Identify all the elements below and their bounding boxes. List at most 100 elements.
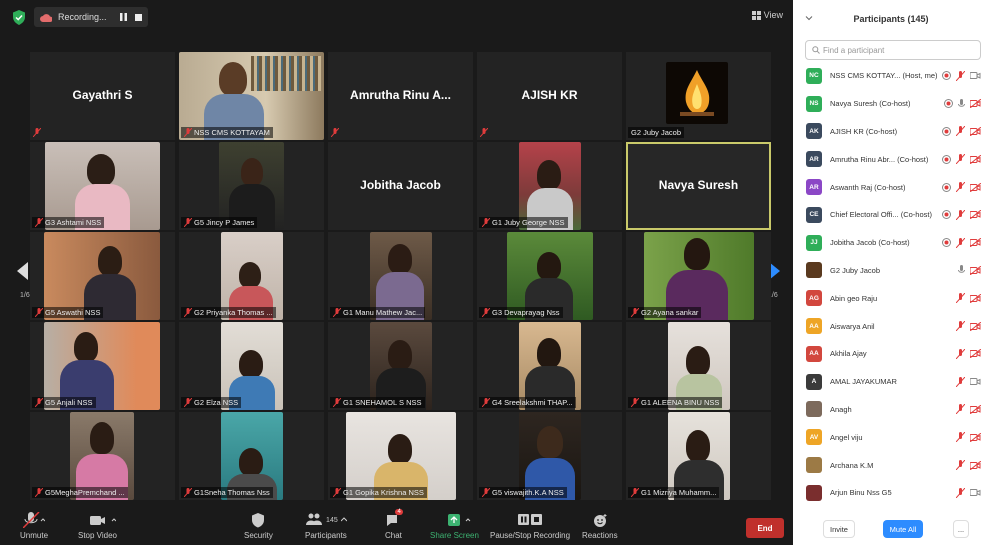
participant-name: Aiswarya Anil: [830, 321, 875, 331]
participant-name: G5 Aswathi NSS: [45, 308, 101, 317]
participant-status-icons: [944, 98, 981, 109]
muted-mic-icon: [956, 237, 965, 248]
participant-row[interactable]: AR Aswanth Raj (Co-host): [793, 173, 989, 201]
video-tile[interactable]: G2 Juby Jacob: [626, 52, 771, 140]
video-tile[interactable]: G1 SNEHAMOL S NSS: [328, 322, 473, 410]
video-tile-active-speaker[interactable]: Navya Suresh: [626, 142, 771, 230]
reactions-button[interactable]: Reactions: [582, 512, 618, 540]
video-tile[interactable]: G5MeghaPremchand ...: [30, 412, 175, 500]
participant-row[interactable]: NS Navya Suresh (Co-host): [793, 90, 989, 118]
video-tile[interactable]: G3 Devaprayag Nss: [477, 232, 622, 320]
video-tile[interactable]: G2 Ayana sankar: [626, 232, 771, 320]
participant-label: G1 Juby George NSS: [479, 217, 568, 228]
participant-name: G5 viswajith.K.A NSS: [492, 488, 564, 497]
participant-name: G2 Juby Jacob: [631, 128, 682, 137]
muted-mic-icon: [482, 308, 490, 317]
avatar: CE: [806, 206, 822, 223]
previous-page-icon[interactable]: [17, 262, 29, 280]
participant-name: G1 Juby George NSS: [492, 218, 565, 227]
participant-row[interactable]: AR Amrutha Rinu Abr... (Co-host): [793, 145, 989, 173]
video-tile[interactable]: Gayathri S: [30, 52, 175, 140]
participant-status-icons: [956, 376, 981, 387]
participant-status-icons: [956, 460, 981, 471]
participant-label: G5 Anjali NSS: [32, 397, 96, 408]
muted-mic-icon: [184, 308, 192, 317]
participant-row[interactable]: G2 Juby Jacob: [793, 257, 989, 285]
participant-name: Anagh: [830, 404, 852, 414]
participant-row[interactable]: A AMAL JAYAKUMAR: [793, 368, 989, 396]
video-tile[interactable]: G5 viswajith.K.A NSS: [477, 412, 622, 500]
participant-row[interactable]: NC NSS CMS KOTTAY... (Host, me): [793, 62, 989, 90]
participant-row[interactable]: AV Angel viju: [793, 423, 989, 451]
video-tile[interactable]: G4 Sreelakshmi THAP...: [477, 322, 622, 410]
video-tile[interactable]: G1 Manu Mathew Jac...: [328, 232, 473, 320]
stop-video-button[interactable]: Stop Video: [78, 512, 117, 540]
participant-row[interactable]: AG Abin geo Raju: [793, 284, 989, 312]
participant-name: G1Sneha Thomas Nss: [194, 488, 270, 497]
participant-row[interactable]: Anagh: [793, 396, 989, 424]
video-tile[interactable]: G2 Priyanka Thomas ...: [179, 232, 324, 320]
video-off-icon: [970, 182, 981, 192]
participants-button[interactable]: 145 Participants: [305, 512, 347, 540]
participant-status-icons: [956, 293, 981, 304]
share-screen-button[interactable]: Share Screen: [430, 512, 479, 540]
avatar: [806, 484, 822, 501]
stop-recording-icon[interactable]: [135, 13, 142, 21]
shield-icon[interactable]: [12, 10, 26, 25]
video-off-icon: [970, 265, 981, 275]
unmute-button[interactable]: Unmute: [20, 512, 48, 540]
video-icon: [970, 378, 981, 386]
participant-name: G2 Juby Jacob: [830, 265, 881, 275]
video-tile[interactable]: G5 Aswathi NSS: [30, 232, 175, 320]
participant-row[interactable]: CE Chief Electoral Offi... (Co-host): [793, 201, 989, 229]
participant-name: Abin geo Raju: [830, 293, 878, 303]
video-tile[interactable]: G5 Jincy P James: [179, 142, 324, 230]
muted-mic-icon: [956, 460, 965, 471]
video-tile[interactable]: G1 Mizriya Muhamm...: [626, 412, 771, 500]
muted-mic-icon: [956, 154, 965, 165]
participant-row[interactable]: AA Akhila Ajay: [793, 340, 989, 368]
video-tile[interactable]: G1 Juby George NSS: [477, 142, 622, 230]
recording-permission-icon: [942, 154, 951, 164]
participant-row[interactable]: Arjun Binu Nss G5: [793, 479, 989, 507]
participant-row[interactable]: Archana K.M: [793, 451, 989, 479]
search-input[interactable]: Find a participant: [805, 40, 981, 60]
video-off-icon: [970, 460, 981, 470]
invite-button[interactable]: Invite: [823, 520, 855, 538]
end-meeting-button[interactable]: End: [746, 518, 784, 538]
video-tile[interactable]: Jobitha Jacob: [328, 142, 473, 230]
participant-name: Amrutha Rinu A...: [350, 88, 451, 102]
pause-stop-recording-button[interactable]: Pause/Stop Recording: [490, 512, 570, 540]
muted-mic-icon: [956, 404, 965, 415]
participant-name: Amrutha Rinu Abr... (Co-host): [830, 154, 929, 164]
security-label: Security: [244, 531, 273, 540]
chat-button[interactable]: 4 Chat: [385, 509, 403, 540]
view-button[interactable]: View: [751, 10, 783, 20]
pause-recording-icon[interactable]: [120, 13, 127, 21]
video-tile[interactable]: G5 Anjali NSS: [30, 322, 175, 410]
mute-all-button[interactable]: Mute All: [883, 520, 923, 538]
chevron-up-icon[interactable]: [340, 511, 347, 527]
more-button[interactable]: ...: [953, 520, 969, 538]
video-tile[interactable]: NSS CMS KOTTAYAM: [179, 52, 324, 140]
video-tile[interactable]: G3 Ashtami NSS: [30, 142, 175, 230]
participants-icon: [306, 513, 323, 525]
video-off-icon: [970, 238, 981, 248]
muted-mic-icon: [956, 432, 965, 443]
participant-row[interactable]: JJ Jobitha Jacob (Co-host): [793, 229, 989, 257]
video-tile[interactable]: G1Sneha Thomas Nss: [179, 412, 324, 500]
video-tile[interactable]: G1 ALEENA BINU NSS: [626, 322, 771, 410]
video-tile[interactable]: AJISH KR: [477, 52, 622, 140]
video-tile[interactable]: G2 Elza NSS: [179, 322, 324, 410]
chat-label: Chat: [385, 531, 402, 540]
muted-mic-icon: [631, 488, 639, 497]
participant-row[interactable]: AA Aiswarya Anil: [793, 312, 989, 340]
participant-name: G1 Gopika Krishna NSS: [343, 488, 424, 497]
participant-name: G5 Anjali NSS: [45, 398, 93, 407]
video-tile[interactable]: G1 Gopika Krishna NSS: [328, 412, 473, 500]
recording-permission-icon: [942, 210, 951, 220]
video-off-icon: [970, 126, 981, 136]
security-button[interactable]: Security: [244, 512, 273, 540]
participant-row[interactable]: AK AJISH KR (Co-host): [793, 118, 989, 146]
video-tile[interactable]: Amrutha Rinu A...: [328, 52, 473, 140]
